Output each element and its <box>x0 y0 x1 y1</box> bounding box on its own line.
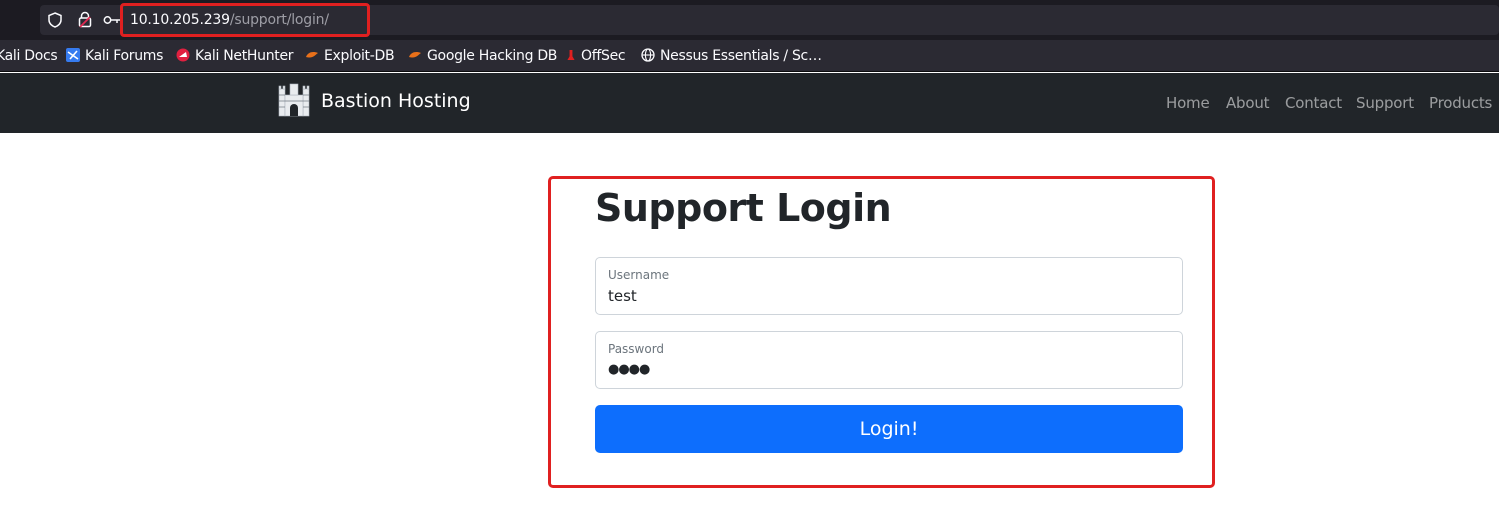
bookmark-offsec[interactable]: OffSec <box>566 46 626 66</box>
site-navbar: Bastion Hosting Home About Contact Suppo… <box>0 73 1499 133</box>
bookmark-kali-forums[interactable]: Kali Forums <box>66 46 163 66</box>
bookmark-label: OffSec <box>581 48 626 64</box>
username-input[interactable]: test <box>608 286 637 306</box>
bookmark-google-hacking-db[interactable]: Google Hacking DB <box>408 46 557 66</box>
offsec-icon <box>567 50 575 60</box>
nav-link-home[interactable]: Home <box>1166 93 1210 113</box>
exploitdb-icon <box>306 52 318 58</box>
bookmark-exploit-db[interactable]: Exploit-DB <box>305 46 395 66</box>
lock-icon[interactable] <box>78 11 92 28</box>
username-field[interactable]: Username test <box>595 257 1183 315</box>
bookmarks-bar: Kali Docs Kali Forums Kali NetHunter Exp… <box>0 40 1499 72</box>
username-label: Username <box>608 268 670 282</box>
bookmark-label: Google Hacking DB <box>427 48 558 64</box>
password-input[interactable]: ●●●● <box>608 360 650 380</box>
url-highlight-box <box>120 3 370 37</box>
kali-forums-icon <box>66 48 80 62</box>
bookmark-label: Kali Forums <box>85 48 164 64</box>
shield-icon[interactable] <box>48 12 62 28</box>
bookmark-label: Kali NetHunter <box>195 48 294 64</box>
nav-link-contact[interactable]: Contact <box>1285 93 1342 113</box>
browser-toolbar: 10.10.205.239/support/login/ <box>0 0 1499 40</box>
bookmark-kali-nethunter[interactable]: Kali NetHunter <box>176 46 294 66</box>
password-label: Password <box>608 342 665 356</box>
globe-icon <box>641 48 655 62</box>
castle-logo-icon[interactable] <box>278 83 310 117</box>
nethunter-icon <box>176 48 190 62</box>
key-icon[interactable] <box>103 14 121 26</box>
nav-link-products[interactable]: Products <box>1429 93 1492 113</box>
nav-link-about[interactable]: About <box>1226 93 1270 113</box>
bookmark-label: Exploit-DB <box>324 48 395 64</box>
bookmark-label: Nessus Essentials / Sc… <box>660 48 822 64</box>
login-button[interactable]: Login! <box>595 405 1183 453</box>
bookmark-nessus[interactable]: Nessus Essentials / Sc… <box>641 46 822 66</box>
bookmark-kali-docs[interactable]: Kali Docs <box>0 46 58 66</box>
brand-name[interactable]: Bastion Hosting <box>321 89 471 113</box>
ghdb-icon <box>409 52 421 58</box>
password-field[interactable]: Password ●●●● <box>595 331 1183 389</box>
nav-link-support[interactable]: Support <box>1356 93 1414 113</box>
page-title: Support Login <box>595 186 892 230</box>
bookmark-label: Kali Docs <box>0 48 58 64</box>
